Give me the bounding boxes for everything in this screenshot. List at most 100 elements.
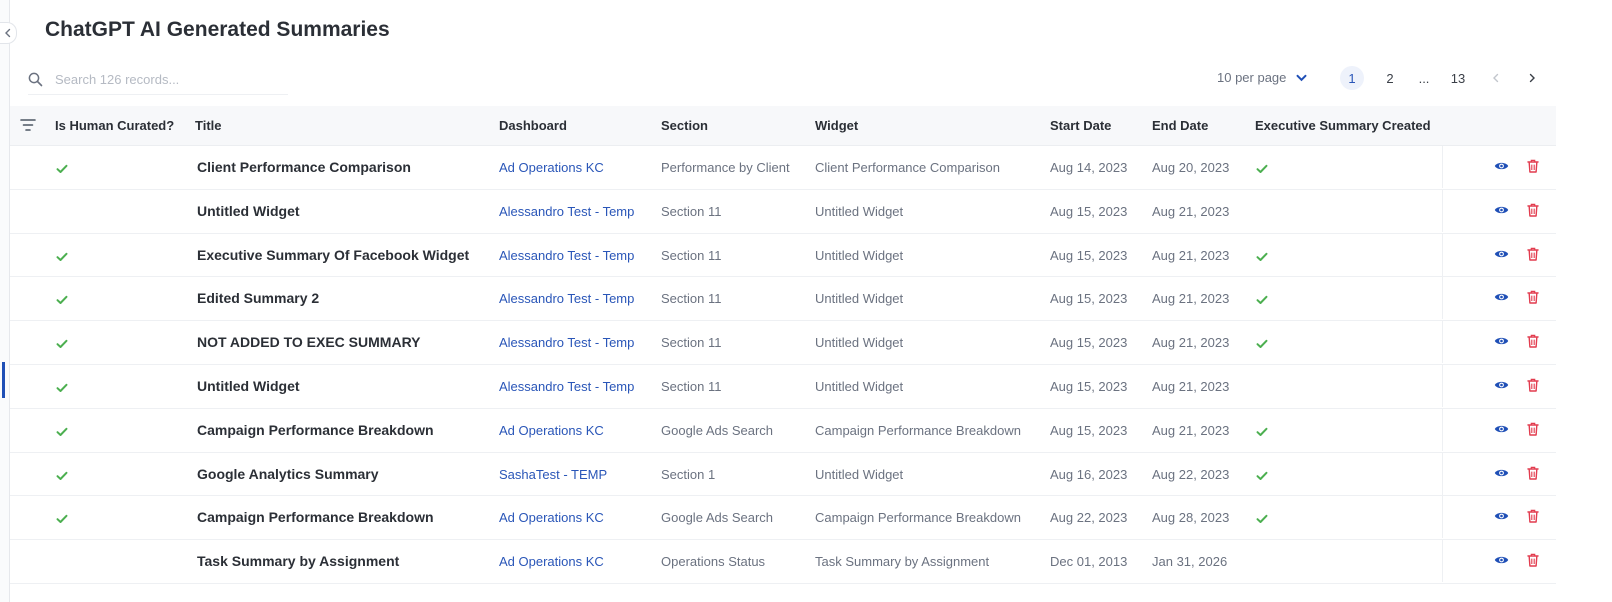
row-end-date: Aug 21, 2023 xyxy=(1152,247,1230,263)
row-widget: Untitled Widget xyxy=(815,247,904,263)
table-row[interactable]: Untitled Widget Alessandro Test - Temp S… xyxy=(10,364,1557,409)
delete-trash-icon[interactable] xyxy=(1527,159,1539,178)
page-title: ChatGPT AI Generated Summaries xyxy=(45,18,390,41)
row-actions xyxy=(1442,408,1557,451)
column-header-start-date[interactable]: Start Date xyxy=(1050,118,1111,133)
column-header-end-date[interactable]: End Date xyxy=(1152,118,1208,133)
row-end-date: Aug 20, 2023 xyxy=(1152,160,1230,175)
column-header-dashboard[interactable]: Dashboard xyxy=(499,118,567,133)
delete-trash-icon[interactable] xyxy=(1527,509,1539,528)
view-eye-icon[interactable] xyxy=(1494,553,1509,571)
row-widget: Untitled Widget xyxy=(815,291,904,307)
view-eye-icon[interactable] xyxy=(1494,203,1509,221)
row-end-date: Aug 21, 2023 xyxy=(1152,422,1230,438)
table-row[interactable]: Google Analytics Summary SashaTest - TEM… xyxy=(10,452,1557,497)
row-widget: Campaign Performance Breakdown xyxy=(815,422,1021,438)
view-eye-icon[interactable] xyxy=(1494,378,1509,396)
chevron-right-icon xyxy=(1529,73,1535,83)
page-button-13[interactable]: 13 xyxy=(1446,66,1470,90)
row-title: Untitled Widget xyxy=(197,202,300,219)
row-end-date: Aug 21, 2023 xyxy=(1152,203,1230,219)
row-dashboard-link[interactable]: Alessandro Test - Temp xyxy=(499,335,634,350)
row-actions xyxy=(1442,321,1557,364)
row-dashboard-link[interactable]: Ad Operations KC xyxy=(499,510,604,525)
view-eye-icon[interactable] xyxy=(1494,466,1509,484)
table-row[interactable]: NOT ADDED TO EXEC SUMMARY Alessandro Tes… xyxy=(10,321,1556,365)
row-dashboard-link[interactable]: Ad Operations KC xyxy=(499,160,604,175)
chevron-left-icon xyxy=(5,28,11,38)
row-widget: Untitled Widget xyxy=(815,466,904,482)
row-start-date: Aug 15, 2023 xyxy=(1050,422,1128,438)
row-dashboard-link[interactable]: Alessandro Test - Temp xyxy=(499,379,634,394)
view-eye-icon[interactable] xyxy=(1494,247,1509,265)
view-eye-icon[interactable] xyxy=(1494,334,1509,352)
row-section: Section 11 xyxy=(661,247,722,263)
delete-trash-icon[interactable] xyxy=(1527,378,1539,397)
view-eye-icon[interactable] xyxy=(1494,159,1509,177)
previous-page-button[interactable] xyxy=(1484,66,1508,90)
exec-summary-check-icon xyxy=(1256,161,1268,179)
page-button-2[interactable]: 2 xyxy=(1378,66,1402,90)
table-row[interactable]: Edited Summary 2 Alessandro Test - Temp … xyxy=(10,277,1557,322)
chevron-down-icon xyxy=(1296,74,1307,81)
row-section: Operations Status xyxy=(661,554,766,570)
delete-trash-icon[interactable] xyxy=(1527,334,1539,353)
delete-trash-icon[interactable] xyxy=(1527,466,1539,485)
row-end-date: Aug 21, 2023 xyxy=(1152,335,1230,351)
row-dashboard-link[interactable]: Ad Operations KC xyxy=(499,554,604,569)
delete-trash-icon[interactable] xyxy=(1527,203,1539,222)
next-page-button[interactable] xyxy=(1520,66,1544,90)
delete-trash-icon[interactable] xyxy=(1527,290,1539,309)
row-start-date: Aug 15, 2023 xyxy=(1050,335,1128,351)
column-header-section[interactable]: Section xyxy=(661,118,708,133)
exec-summary-check-icon xyxy=(1256,424,1268,442)
table-row[interactable]: Executive Summary Of Facebook Widget Ale… xyxy=(10,233,1557,278)
view-eye-icon[interactable] xyxy=(1494,509,1509,527)
row-title: Campaign Performance Breakdown xyxy=(197,421,434,438)
row-title: Untitled Widget xyxy=(197,377,300,394)
table-row[interactable]: Campaign Performance Breakdown Ad Operat… xyxy=(10,408,1557,453)
table-row[interactable]: Task Summary by Assignment Ad Operations… xyxy=(10,540,1556,584)
column-header-title[interactable]: Title xyxy=(195,118,222,133)
row-actions xyxy=(1442,233,1557,276)
row-dashboard-link[interactable]: Alessandro Test - Temp xyxy=(499,291,634,306)
row-actions xyxy=(1442,452,1557,495)
row-actions xyxy=(1442,364,1557,407)
table-row[interactable]: Campaign Performance Breakdown Ad Operat… xyxy=(10,496,1556,541)
row-dashboard-link[interactable]: Alessandro Test - Temp xyxy=(499,204,634,219)
column-header-human-curated[interactable]: Is Human Curated? xyxy=(55,118,174,133)
table-row[interactable]: Untitled Widget Alessandro Test - Temp S… xyxy=(10,189,1556,234)
selected-row-indicator xyxy=(2,362,5,398)
row-dashboard-link[interactable]: Alessandro Test - Temp xyxy=(499,248,634,263)
delete-trash-icon[interactable] xyxy=(1527,553,1539,572)
row-actions xyxy=(1442,146,1557,188)
view-eye-icon[interactable] xyxy=(1494,422,1509,440)
column-header-exec-summary[interactable]: Executive Summary Created xyxy=(1255,118,1431,133)
row-end-date: Aug 21, 2023 xyxy=(1152,291,1230,307)
column-header-widget[interactable]: Widget xyxy=(815,118,858,133)
row-section: Section 1 xyxy=(661,466,716,482)
row-widget: Untitled Widget xyxy=(815,335,904,351)
human-curated-check-icon xyxy=(56,511,68,529)
filter-icon[interactable] xyxy=(20,118,36,137)
row-section: Section 11 xyxy=(661,335,722,351)
row-widget: Untitled Widget xyxy=(815,378,904,394)
collapse-sidebar-button[interactable] xyxy=(0,22,17,44)
row-actions xyxy=(1442,277,1557,320)
view-eye-icon[interactable] xyxy=(1494,290,1509,308)
pagination-toolbar: 10 per page 1 2 ... 13 xyxy=(0,66,1612,90)
per-page-select[interactable]: 10 per page xyxy=(1217,70,1307,85)
table-row[interactable]: Client Performance Comparison Ad Operati… xyxy=(10,146,1556,190)
exec-summary-check-icon xyxy=(1256,336,1268,354)
page-ellipsis: ... xyxy=(1418,70,1430,86)
page-button-1[interactable]: 1 xyxy=(1340,66,1364,90)
row-dashboard-link[interactable]: Ad Operations KC xyxy=(499,423,604,438)
row-start-date: Aug 15, 2023 xyxy=(1050,247,1128,263)
row-section: Google Ads Search xyxy=(661,510,774,526)
row-actions xyxy=(1442,540,1557,583)
delete-trash-icon[interactable] xyxy=(1527,247,1539,266)
row-section: Performance by Client xyxy=(661,160,790,175)
row-start-date: Aug 16, 2023 xyxy=(1050,466,1128,482)
delete-trash-icon[interactable] xyxy=(1527,422,1539,441)
row-dashboard-link[interactable]: SashaTest - TEMP xyxy=(499,467,607,482)
